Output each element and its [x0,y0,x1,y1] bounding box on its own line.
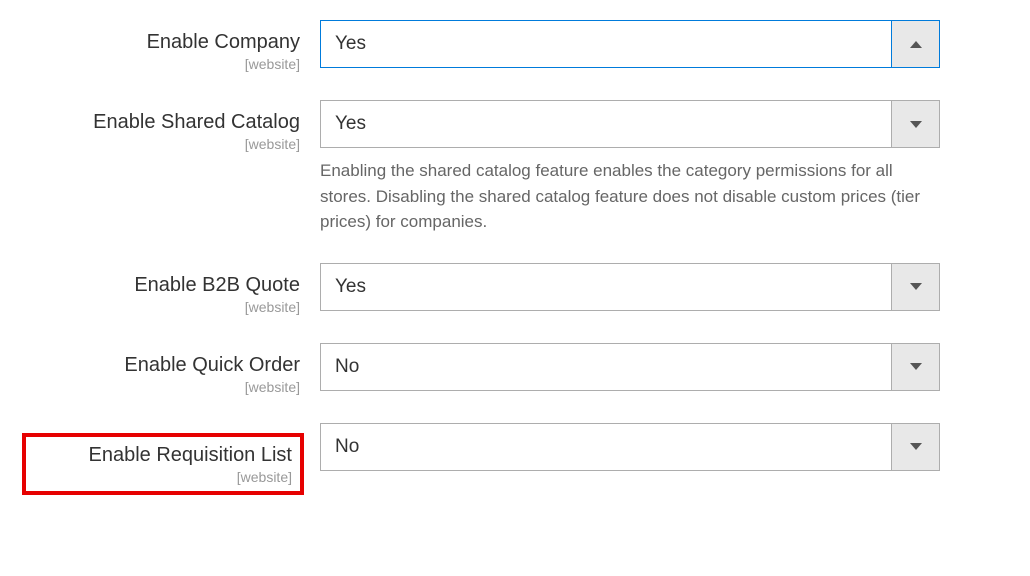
highlight-annotation: Enable Requisition List [website] [22,433,304,495]
field-row-enable-shared-catalog: Enable Shared Catalog [website] Yes Enab… [30,100,1000,235]
scope-text: [website] [30,469,292,485]
chevron-down-icon [910,443,922,450]
control-enable-requisition-list: No [320,423,940,471]
field-row-enable-company: Enable Company [website] Yes [30,20,1000,72]
chevron-down-icon [910,283,922,290]
select-arrow-button[interactable] [891,21,939,67]
help-text-shared-catalog: Enabling the shared catalog feature enab… [320,158,940,235]
scope-text: [website] [30,379,300,395]
control-enable-shared-catalog: Yes Enabling the shared catalog feature … [320,100,940,235]
select-value: Yes [321,21,891,67]
select-arrow-button[interactable] [891,264,939,310]
label-enable-requisition-list: Enable Requisition List [website] [30,423,320,495]
select-value: Yes [321,101,891,147]
chevron-down-icon [910,363,922,370]
label-enable-company: Enable Company [website] [30,20,320,72]
control-enable-b2b-quote: Yes [320,263,940,311]
select-enable-company[interactable]: Yes [320,20,940,68]
label-text: Enable Requisition List [85,444,292,466]
label-enable-shared-catalog: Enable Shared Catalog [website] [30,100,320,152]
select-enable-requisition-list[interactable]: No [320,423,940,471]
control-enable-company: Yes [320,20,940,68]
select-arrow-button[interactable] [891,344,939,390]
select-arrow-button[interactable] [891,424,939,470]
label-text: Enable Company [147,31,300,53]
chevron-down-icon [910,121,922,128]
label-enable-quick-order: Enable Quick Order [website] [30,343,320,395]
chevron-up-icon [910,41,922,48]
field-row-enable-requisition-list: Enable Requisition List [website] No [30,423,1000,495]
select-arrow-button[interactable] [891,101,939,147]
field-row-enable-b2b-quote: Enable B2B Quote [website] Yes [30,263,1000,315]
label-enable-b2b-quote: Enable B2B Quote [website] [30,263,320,315]
select-enable-quick-order[interactable]: No [320,343,940,391]
select-value: No [321,344,891,390]
select-value: No [321,424,891,470]
select-enable-b2b-quote[interactable]: Yes [320,263,940,311]
label-text: Enable Shared Catalog [93,111,300,133]
label-text: Enable Quick Order [124,354,300,376]
select-value: Yes [321,264,891,310]
scope-text: [website] [30,56,300,72]
label-text: Enable B2B Quote [134,274,300,296]
scope-text: [website] [30,299,300,315]
scope-text: [website] [30,136,300,152]
select-enable-shared-catalog[interactable]: Yes [320,100,940,148]
control-enable-quick-order: No [320,343,940,391]
field-row-enable-quick-order: Enable Quick Order [website] No [30,343,1000,395]
